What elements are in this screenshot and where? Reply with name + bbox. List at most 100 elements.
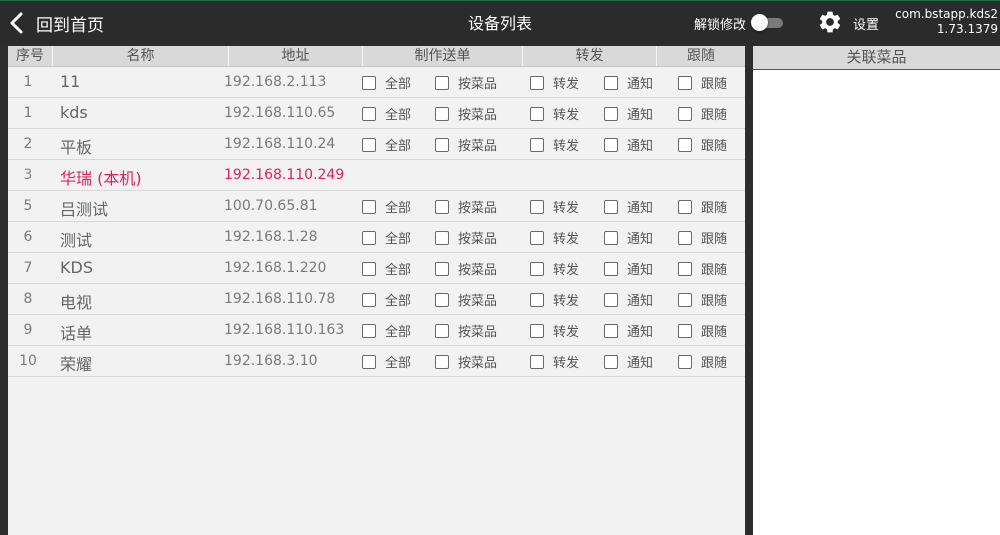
checkbox-box[interactable] xyxy=(604,199,618,214)
checkbox-by-dish[interactable]: 按菜品 xyxy=(435,259,497,278)
checkbox-follow[interactable]: 跟随 xyxy=(678,352,727,371)
checkbox-box[interactable] xyxy=(435,323,449,338)
checkbox-by-dish[interactable]: 按菜品 xyxy=(435,290,497,309)
checkbox-box[interactable] xyxy=(678,137,692,152)
checkbox-box[interactable] xyxy=(604,261,618,276)
checkbox-box[interactable] xyxy=(604,323,618,338)
checkbox-all[interactable]: 全部 xyxy=(362,352,411,371)
checkbox-box[interactable] xyxy=(435,354,449,369)
table-row[interactable]: 9 话单 192.168.110.163 全部 按菜品 转发 通知 跟随 xyxy=(8,315,745,346)
checkbox-box[interactable] xyxy=(362,292,376,307)
checkbox-follow[interactable]: 跟随 xyxy=(678,104,727,123)
back-button[interactable]: 回到首页 xyxy=(8,9,104,37)
checkbox-box[interactable] xyxy=(530,137,544,152)
table-row[interactable]: 10 荣耀 192.168.3.10 全部 按菜品 转发 通知 跟随 xyxy=(8,346,745,377)
settings-label[interactable]: 设置 xyxy=(853,14,879,33)
checkbox-box[interactable] xyxy=(362,137,376,152)
table-row[interactable]: 1 kds 192.168.110.65 全部 按菜品 转发 通知 跟随 xyxy=(8,98,745,129)
checkbox-box[interactable] xyxy=(678,261,692,276)
checkbox-follow[interactable]: 跟随 xyxy=(678,259,727,278)
checkbox-box[interactable] xyxy=(530,75,544,90)
checkbox-by-dish[interactable]: 按菜品 xyxy=(435,197,497,216)
checkbox-box[interactable] xyxy=(604,230,618,245)
table-row[interactable]: 5 吕测试 100.70.65.81 全部 按菜品 转发 通知 跟随 xyxy=(8,191,745,222)
checkbox-box[interactable] xyxy=(530,261,544,276)
checkbox-forward[interactable]: 转发 xyxy=(530,104,579,123)
checkbox-box[interactable] xyxy=(435,106,449,121)
checkbox-forward[interactable]: 转发 xyxy=(530,135,579,154)
checkbox-box[interactable] xyxy=(604,137,618,152)
checkbox-all[interactable]: 全部 xyxy=(362,321,411,340)
checkbox-forward[interactable]: 转发 xyxy=(530,321,579,340)
checkbox-by-dish[interactable]: 按菜品 xyxy=(435,228,497,247)
checkbox-box[interactable] xyxy=(362,323,376,338)
checkbox-box[interactable] xyxy=(435,75,449,90)
checkbox-box[interactable] xyxy=(530,323,544,338)
checkbox-notify[interactable]: 通知 xyxy=(604,104,653,123)
table-row[interactable]: 3 华瑞 (本机) 192.168.110.249 xyxy=(8,160,745,191)
checkbox-box[interactable] xyxy=(678,199,692,214)
checkbox-follow[interactable]: 跟随 xyxy=(678,290,727,309)
checkbox-notify[interactable]: 通知 xyxy=(604,73,653,92)
checkbox-box[interactable] xyxy=(678,106,692,121)
checkbox-box[interactable] xyxy=(604,354,618,369)
checkbox-box[interactable] xyxy=(362,106,376,121)
checkbox-by-dish[interactable]: 按菜品 xyxy=(435,73,497,92)
checkbox-forward[interactable]: 转发 xyxy=(530,352,579,371)
unlock-toggle[interactable] xyxy=(751,14,783,31)
checkbox-box[interactable] xyxy=(530,292,544,307)
checkbox-follow[interactable]: 跟随 xyxy=(678,135,727,154)
checkbox-box[interactable] xyxy=(362,261,376,276)
table-row[interactable]: 6 测试 192.168.1.28 全部 按菜品 转发 通知 跟随 xyxy=(8,222,745,253)
checkbox-box[interactable] xyxy=(530,354,544,369)
checkbox-box[interactable] xyxy=(362,354,376,369)
checkbox-box[interactable] xyxy=(435,137,449,152)
checkbox-notify[interactable]: 通知 xyxy=(604,321,653,340)
checkbox-all[interactable]: 全部 xyxy=(362,228,411,247)
checkbox-box[interactable] xyxy=(678,354,692,369)
checkbox-notify[interactable]: 通知 xyxy=(604,352,653,371)
checkbox-follow[interactable]: 跟随 xyxy=(678,73,727,92)
table-row[interactable]: 7 KDS 192.168.1.220 全部 按菜品 转发 通知 跟随 xyxy=(8,253,745,284)
checkbox-box[interactable] xyxy=(435,261,449,276)
checkbox-all[interactable]: 全部 xyxy=(362,197,411,216)
checkbox-follow[interactable]: 跟随 xyxy=(678,197,727,216)
checkbox-box[interactable] xyxy=(678,75,692,90)
checkbox-box[interactable] xyxy=(362,75,376,90)
checkbox-all[interactable]: 全部 xyxy=(362,259,411,278)
checkbox-forward[interactable]: 转发 xyxy=(530,290,579,309)
checkbox-notify[interactable]: 通知 xyxy=(604,290,653,309)
checkbox-notify[interactable]: 通知 xyxy=(604,197,653,216)
checkbox-box[interactable] xyxy=(530,106,544,121)
checkbox-by-dish[interactable]: 按菜品 xyxy=(435,321,497,340)
checkbox-notify[interactable]: 通知 xyxy=(604,135,653,154)
checkbox-box[interactable] xyxy=(604,106,618,121)
checkbox-notify[interactable]: 通知 xyxy=(604,228,653,247)
checkbox-by-dish[interactable]: 按菜品 xyxy=(435,104,497,123)
checkbox-all[interactable]: 全部 xyxy=(362,104,411,123)
checkbox-by-dish[interactable]: 按菜品 xyxy=(435,352,497,371)
checkbox-forward[interactable]: 转发 xyxy=(530,73,579,92)
checkbox-box[interactable] xyxy=(435,199,449,214)
checkbox-forward[interactable]: 转发 xyxy=(530,259,579,278)
checkbox-box[interactable] xyxy=(678,323,692,338)
checkbox-notify[interactable]: 通知 xyxy=(604,259,653,278)
checkbox-all[interactable]: 全部 xyxy=(362,290,411,309)
checkbox-box[interactable] xyxy=(678,292,692,307)
checkbox-follow[interactable]: 跟随 xyxy=(678,228,727,247)
checkbox-box[interactable] xyxy=(604,75,618,90)
checkbox-by-dish[interactable]: 按菜品 xyxy=(435,135,497,154)
checkbox-follow[interactable]: 跟随 xyxy=(678,321,727,340)
table-row[interactable]: 1 11 192.168.2.113 全部 按菜品 转发 通知 跟随 xyxy=(8,67,745,98)
checkbox-forward[interactable]: 转发 xyxy=(530,228,579,247)
checkbox-box[interactable] xyxy=(362,230,376,245)
checkbox-box[interactable] xyxy=(530,199,544,214)
gear-icon[interactable] xyxy=(817,9,843,35)
table-row[interactable]: 8 电视 192.168.110.78 全部 按菜品 转发 通知 跟随 xyxy=(8,284,745,315)
table-row[interactable]: 2 平板 192.168.110.24 全部 按菜品 转发 通知 跟随 xyxy=(8,129,745,160)
checkbox-all[interactable]: 全部 xyxy=(362,73,411,92)
checkbox-box[interactable] xyxy=(435,230,449,245)
checkbox-box[interactable] xyxy=(530,230,544,245)
checkbox-box[interactable] xyxy=(678,230,692,245)
checkbox-box[interactable] xyxy=(604,292,618,307)
